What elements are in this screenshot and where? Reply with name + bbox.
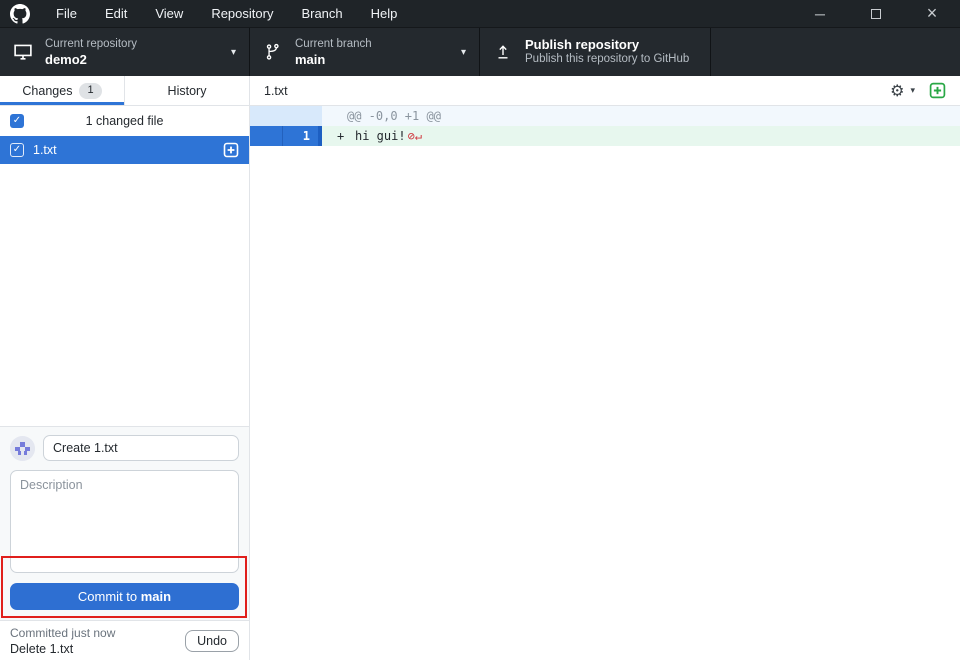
diff-added-line[interactable]: 1 +hi gui!⊘↵: [250, 126, 960, 146]
monitor-icon: [12, 42, 34, 62]
diff-hunk-gutter: [250, 106, 322, 126]
maximize-button[interactable]: [848, 0, 904, 27]
diff-empty-space: [250, 146, 960, 660]
close-icon: ×: [927, 3, 938, 24]
github-logo-icon: [10, 4, 30, 24]
github-desktop-window: File Edit View Repository Branch Help ─ …: [0, 0, 960, 660]
commit-button-branch: main: [141, 589, 171, 604]
tab-changes-label: Changes: [22, 84, 72, 98]
file-row-1txt[interactable]: ✓ 1.txt: [0, 136, 249, 164]
user-avatar: [10, 436, 35, 461]
commit-form: Commit to main: [0, 426, 249, 620]
diff-header: 1.txt ⚙ ▾: [250, 76, 960, 106]
last-commit-message: Delete 1.txt: [10, 641, 185, 657]
current-branch-name: main: [295, 52, 372, 67]
diff-added-icon: [929, 82, 946, 99]
close-button[interactable]: ×: [904, 0, 960, 27]
tab-changes[interactable]: Changes 1: [0, 76, 124, 105]
gear-icon[interactable]: ⚙: [890, 81, 904, 101]
menu-edit[interactable]: Edit: [91, 0, 141, 27]
diff-hunk-row[interactable]: @@ -0,0 +1 @@: [250, 106, 960, 126]
publish-repository-button[interactable]: Publish repository Publish this reposito…: [480, 28, 711, 76]
menu-bar: File Edit View Repository Branch Help: [42, 0, 411, 27]
window-controls: ─ ×: [792, 0, 960, 27]
old-line-number: [250, 126, 283, 146]
file-checkbox[interactable]: ✓: [10, 143, 24, 157]
repository-dropdown-caret-icon: ▾: [231, 47, 236, 58]
check-icon: ✓: [13, 145, 21, 155]
file-added-status-icon: [223, 142, 239, 158]
undo-button[interactable]: Undo: [185, 630, 239, 652]
menu-help[interactable]: Help: [357, 0, 412, 27]
diff-line-content: +hi gui!⊘↵: [322, 126, 960, 146]
upload-icon: [492, 43, 514, 61]
current-repository-button[interactable]: Current repository demo2 ▾: [0, 28, 250, 76]
menu-file[interactable]: File: [42, 0, 91, 27]
current-branch-button[interactable]: Current branch main ▾: [250, 28, 480, 76]
changes-count-badge: 1: [79, 83, 101, 99]
committed-status-text: Committed just now: [10, 625, 185, 641]
current-repository-label: Current repository: [45, 37, 137, 52]
commit-summary-input[interactable]: [43, 435, 239, 461]
publish-repository-subtitle: Publish this repository to GitHub: [525, 52, 689, 67]
diff-line-text: hi gui!: [355, 129, 406, 143]
tab-history[interactable]: History: [124, 76, 249, 105]
current-repository-name: demo2: [45, 52, 137, 67]
branch-dropdown-caret-icon: ▾: [461, 47, 466, 58]
new-line-number: 1: [283, 126, 318, 146]
minimize-icon: ─: [815, 6, 825, 22]
content-area: Changes 1 History ✓ 1 changed file ✓ 1.t…: [0, 76, 960, 660]
menu-repository[interactable]: Repository: [197, 0, 287, 27]
diff-hunk-header: @@ -0,0 +1 @@: [322, 106, 960, 126]
commit-to-main-button[interactable]: Commit to main: [10, 583, 239, 610]
changed-files-header: ✓ 1 changed file: [0, 106, 249, 136]
diff-plus-sign: +: [337, 126, 355, 146]
menu-view[interactable]: View: [141, 0, 197, 27]
sidebar-tabs: Changes 1 History: [0, 76, 249, 106]
diff-file-name: 1.txt: [264, 84, 288, 98]
tab-history-label: History: [168, 84, 207, 98]
title-bar: File Edit View Repository Branch Help ─ …: [0, 0, 960, 28]
diff-line-gutter[interactable]: 1: [250, 126, 322, 146]
git-branch-icon: [262, 43, 284, 61]
current-branch-label: Current branch: [295, 37, 372, 52]
publish-repository-title: Publish repository: [525, 37, 689, 52]
commit-description-input[interactable]: [10, 470, 239, 573]
select-all-checkbox[interactable]: ✓: [10, 114, 24, 128]
gear-dropdown-caret-icon[interactable]: ▾: [910, 85, 915, 96]
no-newline-icon: ⊘↵: [408, 129, 422, 143]
diff-pane: 1.txt ⚙ ▾ @@ -0,0 +1 @@ 1 +hi gui: [250, 76, 960, 660]
minimize-button[interactable]: ─: [792, 0, 848, 27]
maximize-icon: [871, 9, 881, 19]
commit-button-prefix: Commit to: [78, 589, 141, 604]
check-icon: ✓: [13, 116, 21, 126]
changed-files-summary: 1 changed file: [0, 114, 249, 128]
file-name: 1.txt: [33, 143, 57, 157]
changes-sidebar: Changes 1 History ✓ 1 changed file ✓ 1.t…: [0, 76, 250, 660]
menu-branch[interactable]: Branch: [287, 0, 356, 27]
file-list-empty-space: [0, 164, 249, 426]
undo-bar: Committed just now Delete 1.txt Undo: [0, 620, 249, 660]
toolbar: Current repository demo2 ▾ Current branc…: [0, 28, 960, 76]
